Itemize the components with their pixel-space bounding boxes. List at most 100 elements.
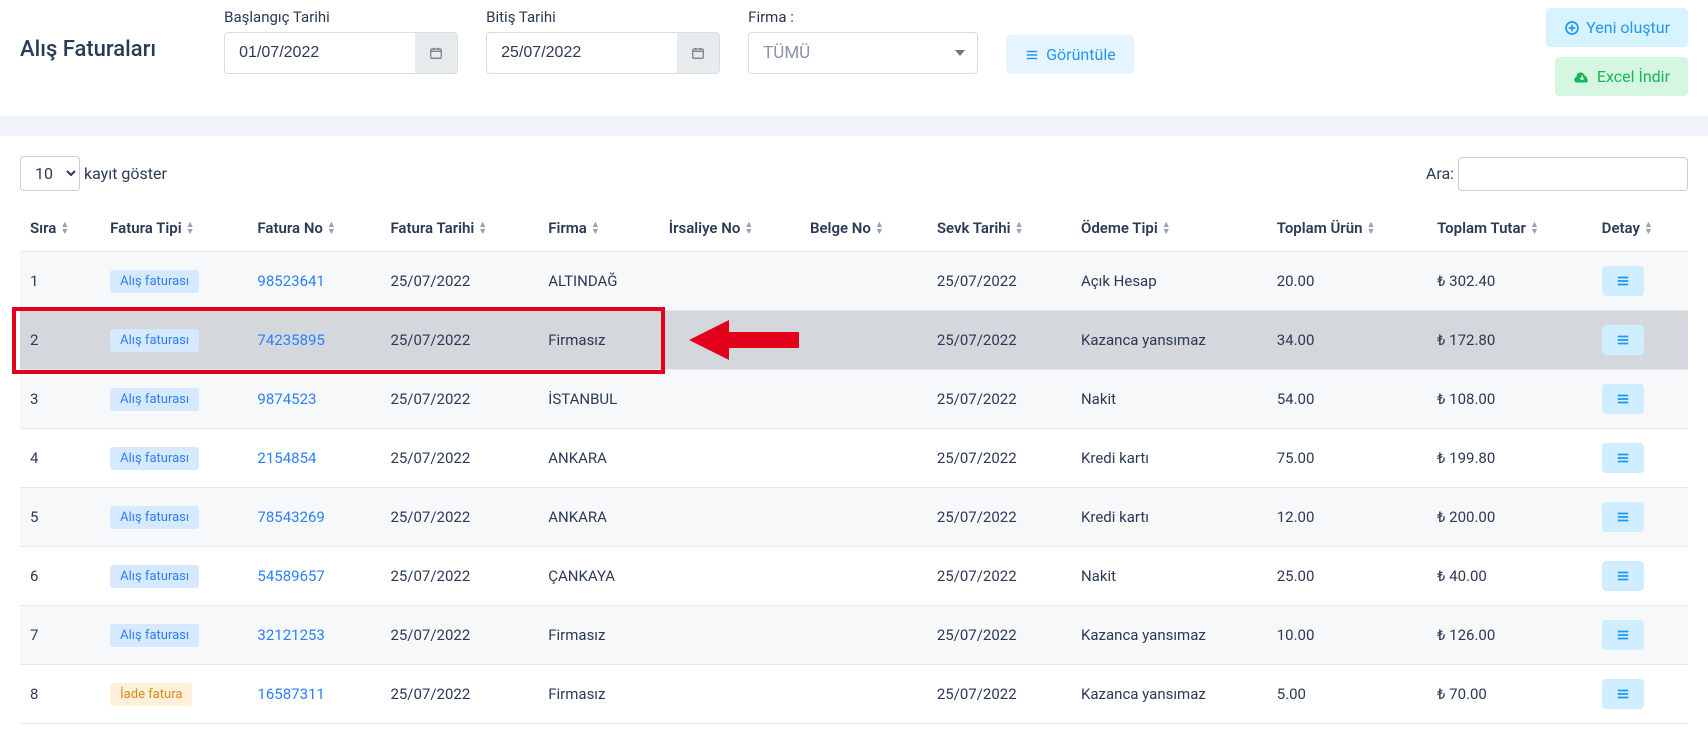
column-header[interactable]: Firma▲▼ (538, 205, 659, 252)
detail-button[interactable] (1602, 384, 1644, 414)
search-input[interactable] (1458, 157, 1688, 191)
cell-odeme: Kazanca yansımaz (1071, 665, 1267, 724)
view-button-label: Görüntüle (1046, 45, 1116, 64)
cell-urun: 10.00 (1267, 606, 1427, 665)
cell-tip: Alış faturası (100, 606, 247, 665)
length-control: 10 kayıt göster (20, 156, 167, 191)
create-button-label: Yeni oluştur (1586, 18, 1670, 37)
filter-bar-left: Alış Faturaları Başlangıç Tarihi Bitiş T… (20, 8, 1134, 74)
cell-firma: ANKARA (538, 429, 659, 488)
cell-sevk: 25/07/2022 (927, 370, 1071, 429)
cell-sira: 6 (20, 547, 100, 606)
column-header[interactable]: Toplam Ürün▲▼ (1267, 205, 1427, 252)
cell-tarih: 25/07/2022 (380, 311, 538, 370)
column-header[interactable]: Fatura Tipi▲▼ (100, 205, 247, 252)
cell-irsaliye (659, 252, 800, 311)
cell-firma: Firmasız (538, 606, 659, 665)
cell-tutar: ₺ 108.00 (1427, 370, 1592, 429)
table-head: Sıra▲▼Fatura Tipi▲▼Fatura No▲▼Fatura Tar… (20, 205, 1688, 252)
invoice-no-link[interactable]: 16587311 (257, 685, 324, 703)
cell-detay (1592, 311, 1688, 370)
search-label: Ara: (1426, 164, 1454, 183)
table-row: 2Alış faturası7423589525/07/2022Firmasız… (20, 311, 1688, 370)
create-button[interactable]: Yeni oluştur (1546, 8, 1688, 47)
cell-tarih: 25/07/2022 (380, 606, 538, 665)
cell-irsaliye (659, 488, 800, 547)
cell-tip: Alış faturası (100, 252, 247, 311)
detail-button[interactable] (1602, 266, 1644, 296)
detail-button[interactable] (1602, 443, 1644, 473)
cell-irsaliye (659, 370, 800, 429)
invoice-type-badge: Alış faturası (110, 329, 199, 352)
calendar-icon[interactable] (677, 33, 719, 73)
cell-urun: 12.00 (1267, 488, 1427, 547)
invoice-no-link[interactable]: 54589657 (257, 567, 324, 585)
detail-button[interactable] (1602, 620, 1644, 650)
start-date-input[interactable] (225, 33, 415, 73)
cell-detay (1592, 429, 1688, 488)
detail-button[interactable] (1602, 561, 1644, 591)
search-control: Ara: (1426, 157, 1688, 191)
invoice-no-link[interactable]: 74235895 (257, 331, 324, 349)
cell-sira: 8 (20, 665, 100, 724)
sort-icon: ▲▼ (1366, 222, 1375, 236)
column-header[interactable]: Detay▲▼ (1592, 205, 1688, 252)
cell-sira: 7 (20, 606, 100, 665)
cell-urun: 34.00 (1267, 311, 1427, 370)
sort-icon: ▲▼ (1162, 222, 1171, 236)
table-body: 1Alış faturası9852364125/07/2022ALTINDAĞ… (20, 252, 1688, 724)
cell-sira: 2 (20, 311, 100, 370)
menu-icon (1614, 687, 1632, 701)
detail-button[interactable] (1602, 325, 1644, 355)
detail-button[interactable] (1602, 679, 1644, 709)
cell-belge (800, 252, 927, 311)
invoice-type-badge: Alış faturası (110, 270, 199, 293)
column-header[interactable]: Fatura No▲▼ (247, 205, 380, 252)
invoice-no-link[interactable]: 32121253 (257, 626, 324, 644)
cell-sevk: 25/07/2022 (927, 252, 1071, 311)
invoices-table: Sıra▲▼Fatura Tipi▲▼Fatura No▲▼Fatura Tar… (20, 205, 1688, 724)
company-select[interactable]: TÜMÜ (748, 32, 978, 74)
excel-button-label: Excel İndir (1597, 67, 1670, 86)
company-label: Firma : (748, 8, 978, 26)
sort-icon: ▲▼ (60, 222, 69, 236)
page-length-select[interactable]: 10 (20, 156, 80, 191)
cell-firma: ÇANKAYA (538, 547, 659, 606)
cell-tarih: 25/07/2022 (380, 665, 538, 724)
cell-odeme: Nakit (1071, 370, 1267, 429)
view-button-wrap: Görüntüle (1006, 11, 1134, 74)
calendar-icon[interactable] (415, 33, 457, 73)
sort-icon: ▲▼ (478, 222, 487, 236)
excel-button[interactable]: Excel İndir (1555, 57, 1688, 96)
invoice-no-link[interactable]: 78543269 (257, 508, 324, 526)
sort-icon: ▲▼ (744, 222, 753, 236)
column-header[interactable]: Sıra▲▼ (20, 205, 100, 252)
column-header[interactable]: Fatura Tarihi▲▼ (380, 205, 538, 252)
column-header[interactable]: İrsaliye No▲▼ (659, 205, 800, 252)
invoice-type-badge: Alış faturası (110, 565, 199, 588)
plus-circle-icon (1564, 20, 1580, 36)
company-field: Firma : TÜMÜ (748, 8, 978, 74)
detail-button[interactable] (1602, 502, 1644, 532)
invoice-no-link[interactable]: 98523641 (257, 272, 324, 290)
cell-belge (800, 370, 927, 429)
column-header[interactable]: Ödeme Tipi▲▼ (1071, 205, 1267, 252)
cell-sevk: 25/07/2022 (927, 488, 1071, 547)
cell-detay (1592, 370, 1688, 429)
actions: Yeni oluştur Excel İndir (1546, 8, 1688, 96)
invoice-no-link[interactable]: 9874523 (257, 390, 316, 408)
column-header[interactable]: Sevk Tarihi▲▼ (927, 205, 1071, 252)
cell-tutar: ₺ 302.40 (1427, 252, 1592, 311)
end-date-input[interactable] (487, 33, 677, 73)
column-header[interactable]: Belge No▲▼ (800, 205, 927, 252)
table-row: 1Alış faturası9852364125/07/2022ALTINDAĞ… (20, 252, 1688, 311)
view-button[interactable]: Görüntüle (1006, 35, 1134, 74)
column-header[interactable]: Toplam Tutar▲▼ (1427, 205, 1592, 252)
cell-firma: ANKARA (538, 488, 659, 547)
cell-urun: 75.00 (1267, 429, 1427, 488)
sort-icon: ▲▼ (327, 222, 336, 236)
invoice-type-badge: İade fatura (110, 683, 192, 706)
invoice-no-link[interactable]: 2154854 (257, 449, 316, 467)
filter-bar: Alış Faturaları Başlangıç Tarihi Bitiş T… (0, 0, 1708, 116)
cell-no: 98523641 (247, 252, 380, 311)
